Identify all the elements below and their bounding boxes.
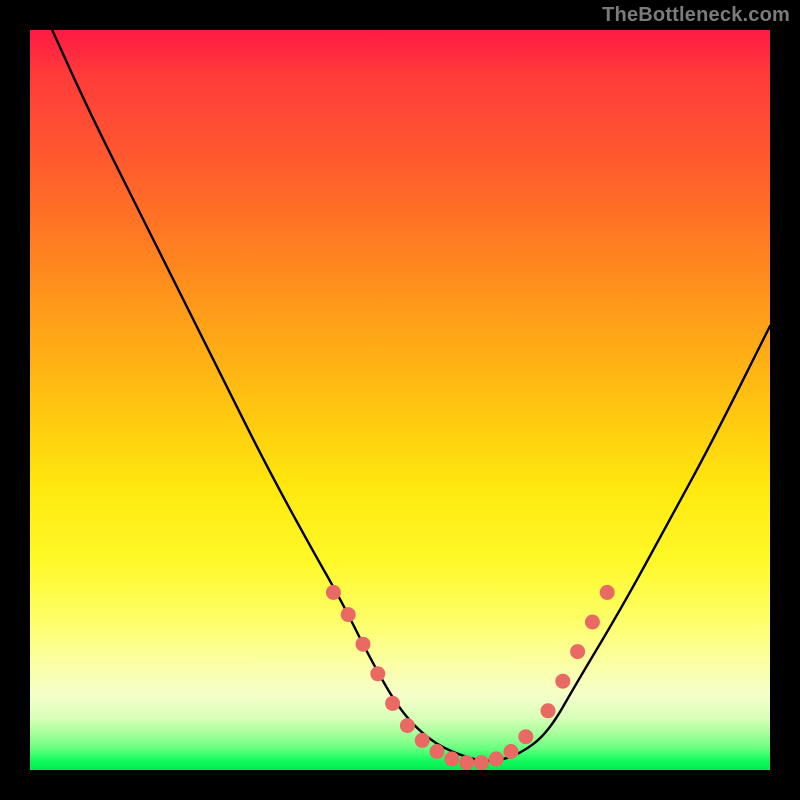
plot-area	[30, 30, 770, 770]
watermark-text: TheBottleneck.com	[602, 4, 790, 27]
chart-stage: TheBottleneck.com	[0, 0, 800, 800]
